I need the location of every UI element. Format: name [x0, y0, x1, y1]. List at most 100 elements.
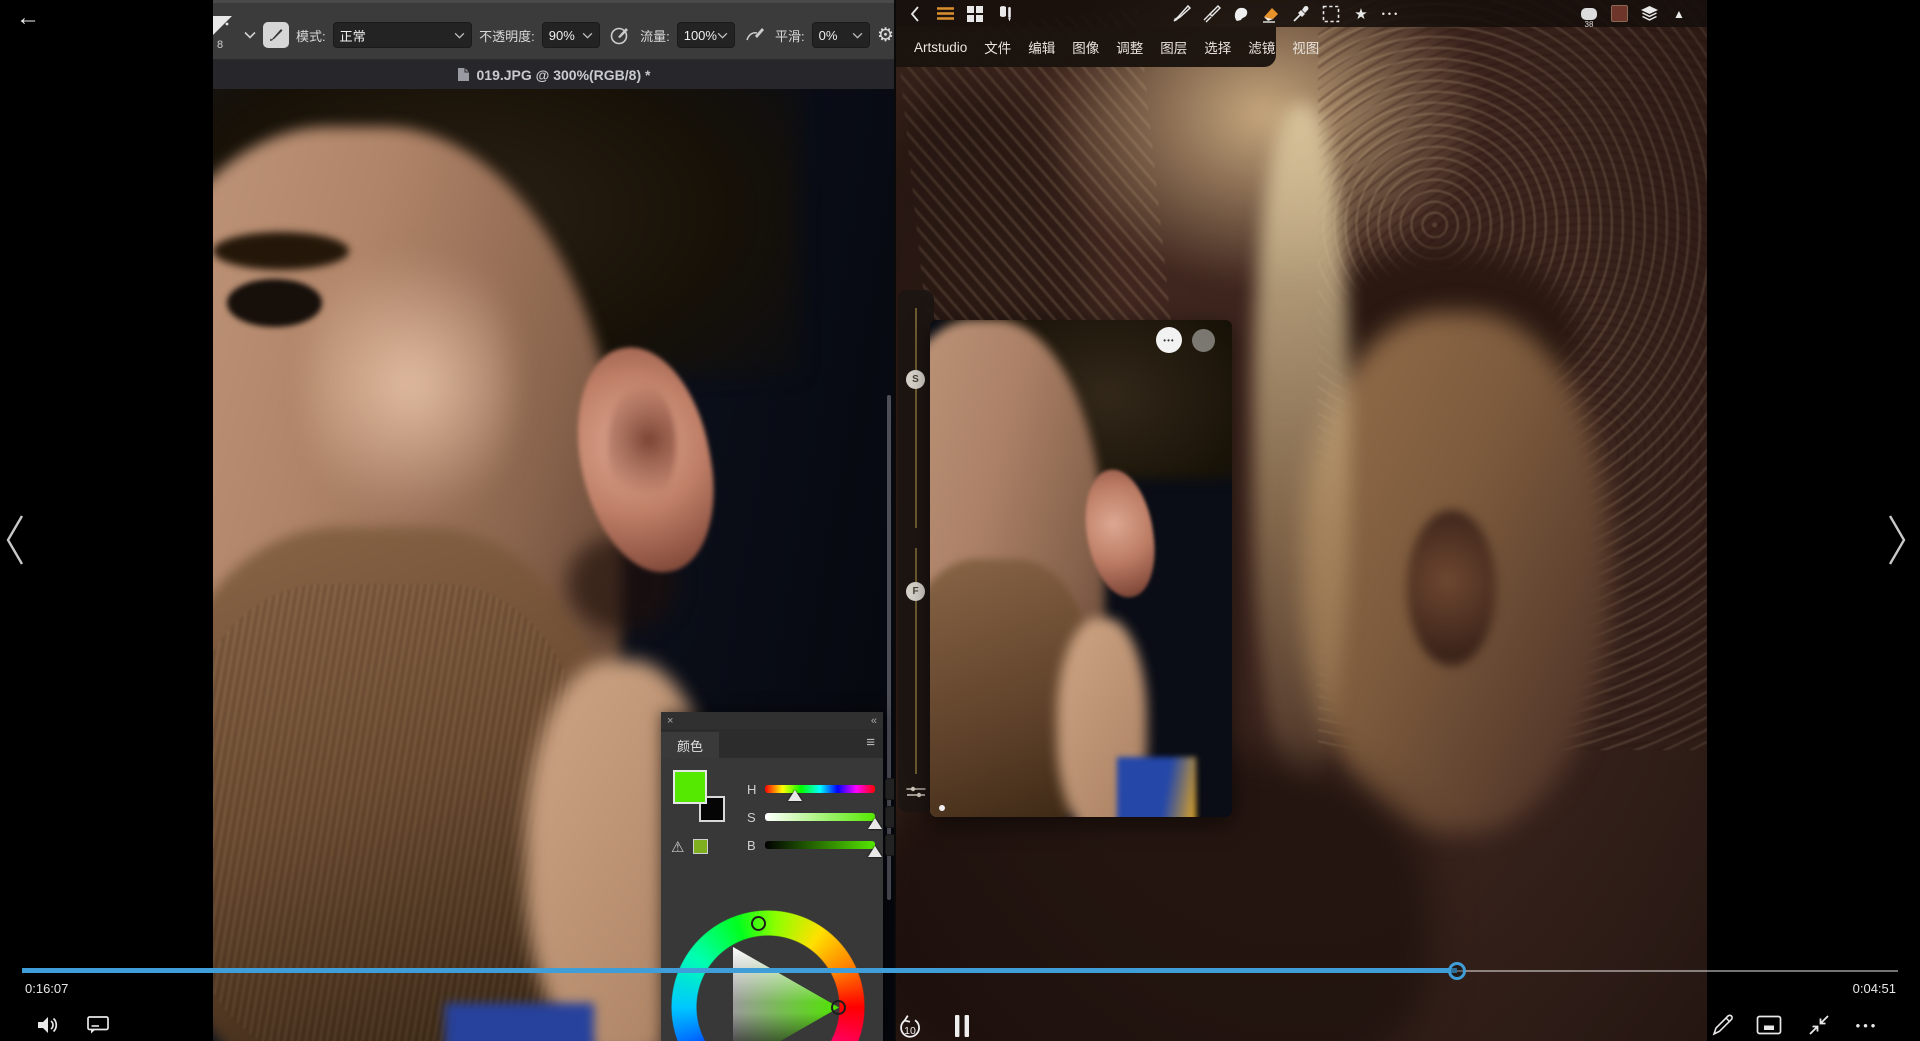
chevron-left-icon [2, 512, 28, 568]
flow-value: 100% [684, 28, 717, 43]
exit-fullscreen-button[interactable] [1806, 1012, 1832, 1038]
next-video-button[interactable] [1884, 512, 1910, 573]
panel-menu-icon[interactable]: ≡ [866, 734, 875, 751]
progress-knob[interactable] [1448, 962, 1466, 980]
triangle-selector[interactable] [831, 1000, 846, 1015]
pencil-icon [1711, 1013, 1735, 1037]
pip-button[interactable] [1756, 1012, 1782, 1038]
select-tool-button[interactable] [1316, 0, 1346, 27]
brush-preview[interactable]: 8 [213, 15, 237, 55]
smudge-tool-button[interactable] [1226, 0, 1256, 27]
input-mode-button[interactable] [990, 0, 1020, 27]
menu-filter[interactable]: 滤镜 [1248, 37, 1275, 57]
reference-corner-dot [939, 805, 945, 811]
brightness-slider[interactable] [765, 841, 875, 849]
brush-size-badge: 38 [1585, 20, 1594, 29]
gallery-button[interactable] [960, 0, 990, 27]
menu-adjust[interactable]: 调整 [1116, 37, 1143, 57]
reference-options-button[interactable]: ••• [1156, 327, 1182, 353]
panel-collapse-icon[interactable]: « [871, 715, 877, 727]
speaker-icon [35, 1013, 59, 1037]
smoothing-value: 0% [819, 28, 838, 43]
menu-view[interactable]: 视图 [1292, 37, 1319, 57]
brush-toolbar: 8 模式: 正常 不透明度: 90% [213, 0, 894, 60]
tab-color[interactable]: 颜色 [661, 732, 719, 758]
foreground-color-swatch[interactable] [673, 770, 707, 804]
smoothing-label: 平滑: [775, 26, 805, 45]
more-tools-button[interactable]: ••• [1376, 0, 1406, 27]
chevron-left-icon [910, 6, 920, 22]
layers-button[interactable] [1634, 0, 1664, 27]
flow-dropdown[interactable]: 100% [677, 22, 735, 48]
volume-button[interactable] [34, 1012, 60, 1038]
eraser-tool-button[interactable] [1256, 0, 1286, 27]
airbrush-icon [609, 24, 631, 46]
current-color-button[interactable] [1604, 0, 1634, 27]
gear-icon[interactable]: ⚙ [877, 26, 894, 45]
size-slider-knob[interactable]: S [906, 370, 925, 389]
reference-resize-button[interactable] [1192, 329, 1215, 352]
size-slider-track[interactable] [915, 308, 917, 528]
airbrush-toggle-button[interactable] [607, 22, 633, 48]
saturation-slider[interactable] [765, 813, 875, 821]
slider-settings-icon[interactable] [906, 784, 926, 800]
menu-layer[interactable]: 图层 [1160, 37, 1187, 57]
flow-slider-knob[interactable]: F [906, 582, 925, 601]
paint-tool-button[interactable] [1166, 0, 1196, 27]
collapse-ui-button[interactable]: ▲ [1664, 0, 1694, 27]
flow-label: 流量: [640, 26, 670, 45]
progress-bar[interactable] [22, 967, 1898, 975]
shrink-icon [1807, 1013, 1831, 1037]
artstudio-topbar: ★ ••• 38 ▲ [896, 0, 1707, 27]
menu-edit[interactable]: 编辑 [1028, 37, 1055, 57]
annotate-button[interactable] [1710, 1012, 1736, 1038]
document-titlebar: 019.JPG @ 300%(RGB/8) * [213, 60, 894, 89]
remaining-time: 0:04:51 [1838, 981, 1896, 996]
wet-brush-toggle-button[interactable] [742, 22, 768, 48]
brush-settings-button[interactable]: 38 [1574, 0, 1604, 27]
picture-in-picture-icon [1756, 1015, 1782, 1035]
more-options-button[interactable]: ••• [1854, 1012, 1880, 1038]
reference-image-window[interactable]: ••• [930, 320, 1232, 817]
eyedropper-tool-button[interactable] [1286, 0, 1316, 27]
subtitles-button[interactable] [85, 1012, 111, 1038]
menu-select[interactable]: 选择 [1204, 37, 1231, 57]
mode-dropdown[interactable]: 正常 [333, 22, 473, 48]
brush-preview-chevron-icon[interactable] [244, 31, 256, 39]
brush-tool-button[interactable] [263, 22, 289, 48]
menu-artstudio[interactable]: Artstudio [914, 40, 967, 55]
brightness-value-field[interactable]: 100 [885, 834, 894, 856]
back-chevron-button[interactable] [900, 0, 930, 27]
chevron-down-icon [852, 32, 863, 39]
color-swatch [1611, 5, 1628, 22]
main-menu-button[interactable] [930, 0, 960, 27]
menu-file[interactable]: 文件 [984, 37, 1011, 57]
elapsed-time: 0:16:07 [25, 981, 68, 996]
chevron-down-icon [582, 32, 593, 39]
menu-image[interactable]: 图像 [1072, 37, 1099, 57]
photo-brow [213, 232, 349, 270]
saturation-value-field[interactable]: 100 [885, 806, 894, 828]
chevron-down-icon [454, 32, 465, 39]
reference-collar [1117, 757, 1196, 817]
panel-close-icon[interactable]: × [667, 715, 673, 727]
hue-value-field[interactable]: 98 [885, 778, 894, 800]
grid-icon [967, 6, 983, 22]
brightness-label: B [747, 838, 759, 853]
skip-back-button[interactable]: 10 [896, 1012, 924, 1041]
smoothing-dropdown[interactable]: 0% [812, 22, 870, 48]
gamut-swatch[interactable] [693, 839, 708, 854]
color-wheel[interactable] [671, 910, 865, 1041]
hue-slider[interactable] [765, 785, 875, 793]
previous-video-button[interactable] [2, 512, 28, 573]
favorites-button[interactable]: ★ [1346, 0, 1376, 27]
video-content[interactable]: 8 模式: 正常 不透明度: 90% [213, 0, 1707, 1041]
artstudio-window: ★ ••• 38 ▲ Artstudio 文件 编辑 图像 [894, 0, 1707, 1041]
wet-paint-tool-button[interactable] [1196, 0, 1226, 27]
pause-button[interactable] [949, 1013, 975, 1039]
opacity-label: 不透明度: [479, 26, 535, 45]
opacity-dropdown[interactable]: 90% [542, 22, 600, 48]
back-button[interactable]: ← [16, 4, 40, 32]
hue-ring-selector[interactable] [751, 916, 766, 931]
layers-icon [1640, 5, 1659, 22]
